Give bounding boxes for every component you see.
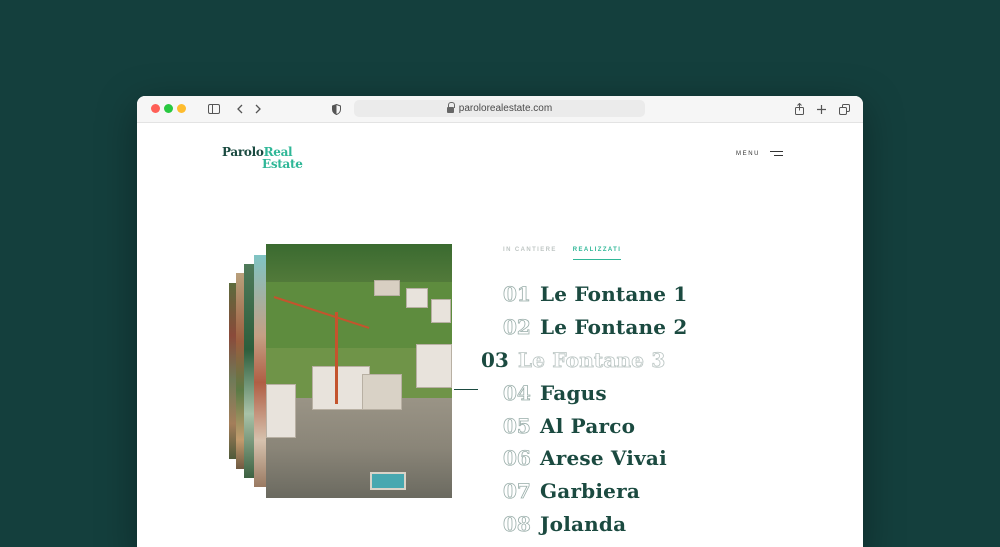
project-name: Al Parco [540, 413, 636, 438]
project-name: Le Fontane 2 [540, 315, 688, 340]
project-number: 02 [503, 315, 532, 340]
share-icon[interactable] [794, 102, 804, 116]
project-number: 05 [503, 413, 532, 438]
project-item[interactable]: 07 Garbiera [503, 475, 687, 508]
project-number: 04 [503, 380, 532, 405]
project-image-stack[interactable] [229, 244, 453, 498]
project-list: 01 Le Fontane 1 02 Le Fontane 2 03 Le Fo… [481, 278, 688, 541]
tab-in-cantiere[interactable]: IN CANTIERE [503, 247, 557, 260]
project-image-main [266, 244, 452, 498]
project-item[interactable]: 04 Fagus [503, 376, 687, 409]
logo-word-estate: Estate [262, 157, 303, 171]
project-name: Garbiera [540, 479, 640, 504]
menu-label: MENU [736, 151, 761, 157]
browser-toolbar: parolorealestate.com [137, 96, 863, 123]
url-text: parolorealestate.com [458, 103, 553, 114]
close-window-button[interactable] [151, 104, 160, 113]
menu-button[interactable]: MENU [736, 151, 784, 157]
project-item-active[interactable]: 03 Le Fontane 3 [481, 344, 687, 377]
tab-realizzati[interactable]: REALIZZATI [572, 247, 622, 260]
browser-window: parolorealestate.com ParoloReal Estate M… [137, 96, 863, 547]
project-item[interactable]: 08 Jolanda [503, 508, 687, 541]
minimize-window-button[interactable] [177, 104, 186, 113]
site-logo[interactable]: ParoloReal Estate [222, 146, 303, 170]
project-name: Le Fontane 1 [540, 282, 688, 307]
project-name: Le Fontane 3 [518, 347, 666, 373]
address-bar[interactable]: parolorealestate.com [354, 100, 645, 117]
forward-icon[interactable] [254, 102, 262, 116]
project-item[interactable]: 02 Le Fontane 2 [503, 311, 688, 344]
project-item[interactable]: 06 Arese Vivai [503, 442, 687, 475]
active-project-connector [454, 389, 478, 390]
maximize-window-button[interactable] [164, 104, 173, 113]
hamburger-icon [770, 151, 784, 157]
shield-icon[interactable] [331, 102, 341, 116]
project-number: 03 [481, 347, 509, 372]
project-number: 01 [503, 282, 532, 307]
project-number: 08 [503, 511, 532, 537]
back-icon[interactable] [236, 102, 244, 116]
sidebar-icon[interactable] [208, 102, 220, 116]
new-tab-icon[interactable] [816, 102, 826, 116]
tabs-icon[interactable] [839, 102, 850, 116]
webpage: ParoloReal Estate MENU IN CANTIERE REALI… [137, 123, 863, 547]
project-name: Fagus [540, 380, 607, 405]
lock-icon [446, 101, 455, 113]
project-name: Arese Vivai [540, 446, 667, 471]
project-number: 06 [503, 446, 532, 471]
project-item[interactable]: 01 Le Fontane 1 [503, 278, 688, 311]
logo-word-parolo: Parolo [222, 145, 264, 159]
project-item[interactable]: 05 Al Parco [503, 409, 687, 442]
project-number: 07 [503, 479, 532, 504]
filter-tabs: IN CANTIERE REALIZZATI [503, 247, 622, 260]
project-name: Jolanda [540, 511, 627, 536]
